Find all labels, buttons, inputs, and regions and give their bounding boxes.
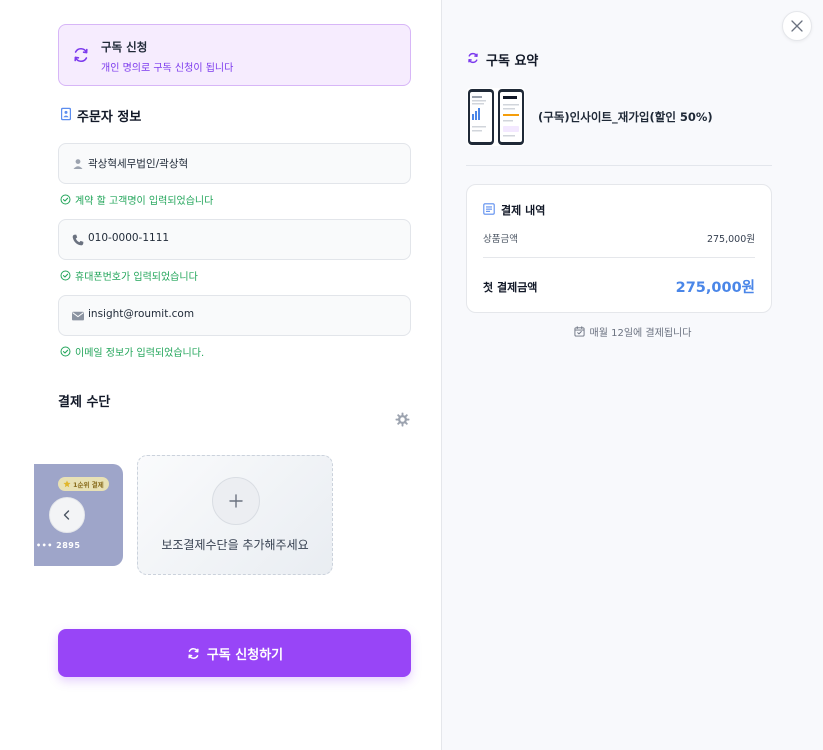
first-payment-value: 275,000원 (675, 280, 755, 296)
product-name: (구독)인사이트_재가입(할인 50%) (538, 110, 713, 124)
plus-button[interactable] (212, 477, 260, 525)
plus-icon (229, 494, 243, 508)
primary-payment-badge: 1순위 결제 (58, 477, 109, 491)
orderer-info-title: 주문자 정보 (77, 110, 142, 125)
customer-name-value: 곽상혁세무법인/곽상혁 (88, 158, 189, 170)
email-field[interactable]: insight@roumit.com (58, 295, 411, 336)
chevron-left-icon (63, 510, 70, 520)
star-icon (63, 480, 71, 488)
phone-validation-text: 휴대폰번호가 입력되었습니다 (75, 272, 198, 283)
person-icon (73, 159, 83, 169)
phone-validation: 휴대폰번호가 입력되었습니다 (60, 268, 198, 283)
summary-divider (466, 165, 772, 166)
product-amount-value: 275,000원 (706, 234, 755, 245)
gear-icon[interactable] (395, 412, 410, 427)
refresh-icon (74, 47, 88, 63)
phone-icon (72, 234, 84, 246)
payment-details-card: 결제 내역 상품금액 275,000원 첫 결제금액 275,000원 (466, 184, 772, 313)
subscription-type-box: 구독 신청 개인 명의로 구독 신청이 됩니다 (58, 24, 411, 86)
phone-value: 010-0000-1111 (88, 232, 170, 244)
billing-date-note: 매월 12일에 결제됩니다 (442, 324, 823, 339)
card-masked-number: ••• 2895 (36, 541, 81, 550)
refresh-icon (468, 52, 478, 64)
customer-name-validation: 계약 할 고객명이 입력되었습니다 (60, 192, 213, 207)
email-validation-text: 이메일 정보가 입력되었습니다. (75, 348, 205, 359)
product-phones-image (468, 89, 524, 145)
carousel-prev-button[interactable] (49, 497, 85, 533)
add-secondary-payment-label: 보조결제수단을 추가해주세요 (161, 538, 309, 552)
check-circle-icon (60, 346, 71, 357)
email-validation: 이메일 정보가 입력되었습니다. (60, 344, 204, 359)
contact-card-icon (61, 107, 71, 121)
refresh-icon (188, 647, 199, 659)
first-payment-label: 첫 결제금액 (483, 281, 538, 294)
email-value: insight@roumit.com (88, 308, 195, 320)
subscribe-submit-button[interactable]: 구독 신청하기 (58, 629, 411, 677)
product-thumbnail (467, 88, 525, 146)
check-circle-icon (60, 270, 71, 281)
subscription-type-subtitle: 개인 명의로 구독 신청이 됩니다 (101, 63, 234, 74)
customer-name-validation-text: 계약 할 고객명이 입력되었습니다 (75, 196, 214, 207)
receipt-icon (483, 203, 495, 215)
check-circle-icon (60, 194, 71, 205)
billing-date-text: 매월 12일에 결제됩니다 (589, 328, 692, 339)
mail-icon (72, 311, 84, 321)
customer-name-field[interactable]: 곽상혁세무법인/곽상혁 (58, 143, 411, 184)
payment-method-title: 결제 수단 (58, 395, 111, 410)
subscribe-submit-label: 구독 신청하기 (206, 647, 284, 663)
close-icon (791, 20, 803, 32)
subscription-form-panel: 구독 신청 개인 명의로 구독 신청이 됩니다 주문자 정보 곽상혁세무법인/곽… (0, 0, 442, 750)
product-amount-label: 상품금액 (483, 234, 518, 245)
add-secondary-payment-card[interactable]: 보조결제수단을 추가해주세요 (137, 455, 333, 575)
summary-title: 구독 요약 (486, 54, 539, 69)
close-button[interactable] (782, 11, 812, 41)
primary-payment-badge-text: 1순위 결제 (73, 481, 104, 489)
phone-field[interactable]: 010-0000-1111 (58, 219, 411, 260)
calendar-check-icon (574, 326, 585, 337)
payment-details-divider (483, 257, 755, 258)
payment-details-title: 결제 내역 (501, 204, 546, 217)
subscription-type-title: 구독 신청 (101, 40, 148, 54)
